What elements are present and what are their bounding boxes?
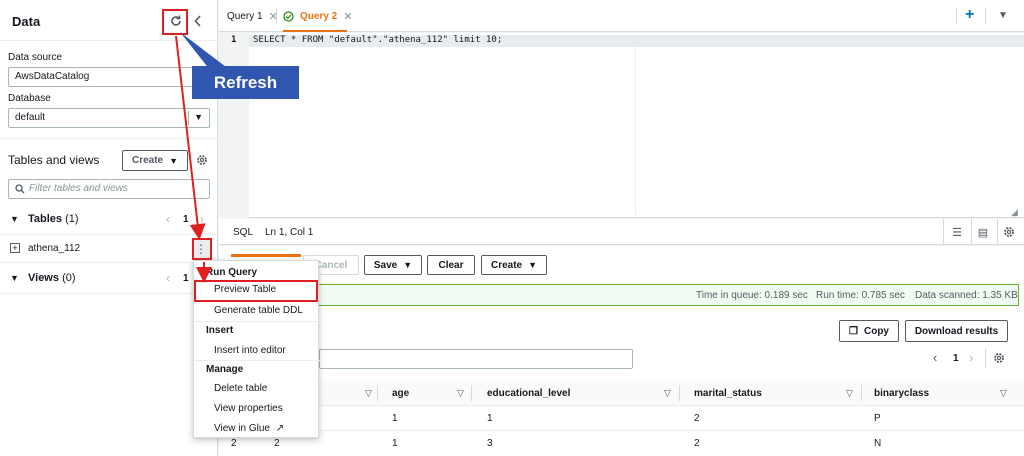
- callout-pointer: [180, 32, 230, 70]
- annotation-arrows: [175, 32, 230, 283]
- refresh-callout: Refresh: [192, 66, 299, 99]
